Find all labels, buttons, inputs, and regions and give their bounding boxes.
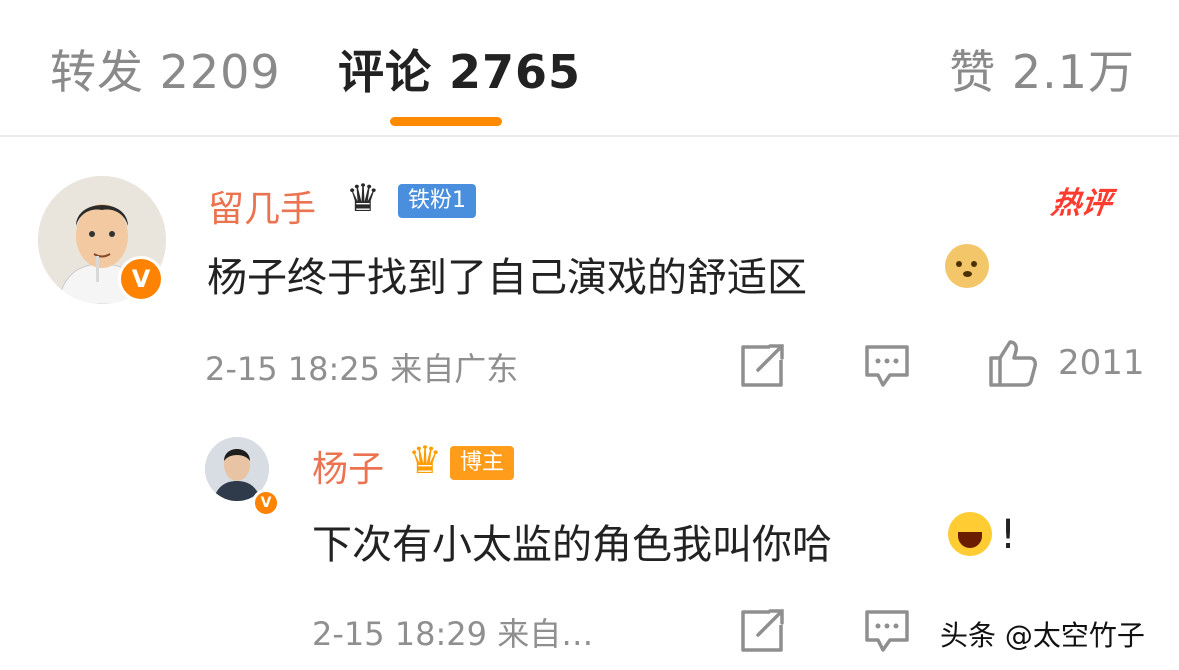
doge-icon <box>945 244 989 288</box>
reply-time: 2-15 18:29 <box>312 615 488 653</box>
watermark: 头条 @太空竹子 <box>940 619 1145 652</box>
tab-repost[interactable]: 转发 2209 <box>50 36 281 102</box>
crown-icon: ♛ <box>346 176 381 220</box>
tab-likes[interactable]: 赞 2.1万 <box>949 36 1135 102</box>
blogger-badge: 博主 <box>450 446 515 480</box>
share-icon[interactable] <box>740 344 786 388</box>
comment-tabs: 转发 2209 评论 2765 赞 2.1万 <box>0 0 1179 136</box>
comment-icon[interactable] <box>864 609 910 653</box>
like-icon[interactable] <box>988 338 1038 388</box>
hot-comment-tag: 热评 <box>1049 186 1114 221</box>
share-icon[interactable] <box>740 609 786 653</box>
crown-icon: ♛ <box>408 438 443 482</box>
reply-meta: 2-15 18:29 来自… <box>312 609 593 655</box>
comment-meta: 2-15 18:25 来自广东 <box>205 344 518 390</box>
like-count: 2011 <box>1058 343 1145 383</box>
comment-text: 杨子终于找到了自己演戏的舒适区 <box>207 255 807 301</box>
comment-time: 2-15 18:25 <box>205 350 381 388</box>
reply-username[interactable]: 杨子 <box>312 440 384 492</box>
reply-location: 来自… <box>497 615 594 653</box>
reply-exclamation: ! <box>1000 512 1017 558</box>
comment-location: 来自广东 <box>390 350 519 388</box>
active-tab-indicator <box>390 117 502 126</box>
comment-username[interactable]: 留几手 <box>208 180 316 232</box>
fan-badge: 铁粉1 <box>398 184 476 218</box>
divider <box>0 135 1179 137</box>
verified-badge: V <box>252 489 280 517</box>
tab-comments[interactable]: 评论 2765 <box>338 36 581 102</box>
reply-text: 下次有小太监的角色我叫你哈 <box>312 522 832 568</box>
laugh-icon <box>948 512 992 556</box>
verified-badge: V <box>118 256 164 302</box>
comment-icon[interactable] <box>864 344 910 388</box>
